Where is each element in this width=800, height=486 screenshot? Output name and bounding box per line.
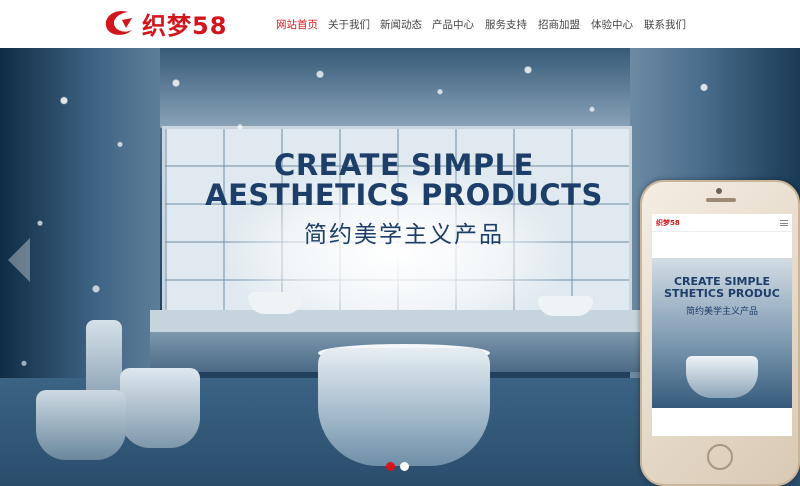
banner-toilet bbox=[120, 368, 200, 448]
hamburger-menu-icon[interactable] bbox=[780, 219, 788, 226]
slide-indicator bbox=[386, 462, 409, 471]
headline-chinese: 简约美学主义产品 bbox=[304, 222, 504, 248]
phone-bathtub bbox=[686, 356, 758, 398]
site-header: 织梦58 网站首页 关于我们 新闻动态 产品中心 服务支持 招商加盟 体验中心 … bbox=[0, 0, 800, 48]
nav-contact[interactable]: 联系我们 bbox=[644, 17, 696, 32]
phone-screen: 织梦58 CREATE SIMPLE STHETICS PRODUC 简约美学主… bbox=[652, 214, 792, 436]
slide-dot-2[interactable] bbox=[400, 462, 409, 471]
nav-products[interactable]: 产品中心 bbox=[432, 17, 485, 32]
slide-dot-1[interactable] bbox=[386, 462, 395, 471]
main-nav: 网站首页 关于我们 新闻动态 产品中心 服务支持 招商加盟 体验中心 联系我们 bbox=[276, 17, 696, 32]
banner-sink-right bbox=[538, 296, 593, 316]
phone-headline-chinese: 简约美学主义产品 bbox=[685, 307, 758, 317]
nav-franchise[interactable]: 招商加盟 bbox=[538, 17, 591, 32]
phone-speaker bbox=[706, 198, 736, 202]
banner-sink-left bbox=[248, 292, 303, 314]
nav-home[interactable]: 网站首页 bbox=[276, 17, 328, 32]
phone-logo-text: 织梦58 bbox=[656, 218, 680, 227]
phone-header: 织梦58 bbox=[652, 214, 792, 232]
nav-news[interactable]: 新闻动态 bbox=[380, 17, 432, 32]
banner-toilet-tank bbox=[86, 320, 122, 400]
phone-home-button[interactable] bbox=[707, 444, 733, 470]
banner-headline: CREATE SIMPLE AESTHETICS PRODUCTS 简约美学主义… bbox=[150, 150, 658, 249]
logo-text: 织梦58 bbox=[142, 11, 228, 40]
phone-headline: CREATE SIMPLE STHETICS PRODUC bbox=[652, 276, 792, 300]
banner-ceiling bbox=[120, 48, 680, 128]
site-logo[interactable]: 织梦58 bbox=[102, 6, 227, 40]
banner-bidet bbox=[36, 390, 126, 460]
nav-about[interactable]: 关于我们 bbox=[328, 17, 380, 32]
phone-camera-icon bbox=[716, 188, 722, 194]
nav-experience[interactable]: 体验中心 bbox=[591, 17, 644, 32]
phone-mockup: 织梦58 CREATE SIMPLE STHETICS PRODUC 简约美学主… bbox=[640, 180, 800, 486]
banner-bathtub bbox=[318, 348, 490, 466]
prev-slide-arrow-icon[interactable] bbox=[8, 238, 30, 282]
phone-headline-line-2: STHETICS PRODUC bbox=[664, 287, 780, 300]
headline-line-1: CREATE SIMPLE bbox=[274, 148, 534, 182]
nav-service[interactable]: 服务支持 bbox=[485, 17, 538, 32]
logo-mark-icon bbox=[105, 10, 132, 35]
headline-line-2: AESTHETICS PRODUCTS bbox=[205, 178, 603, 212]
